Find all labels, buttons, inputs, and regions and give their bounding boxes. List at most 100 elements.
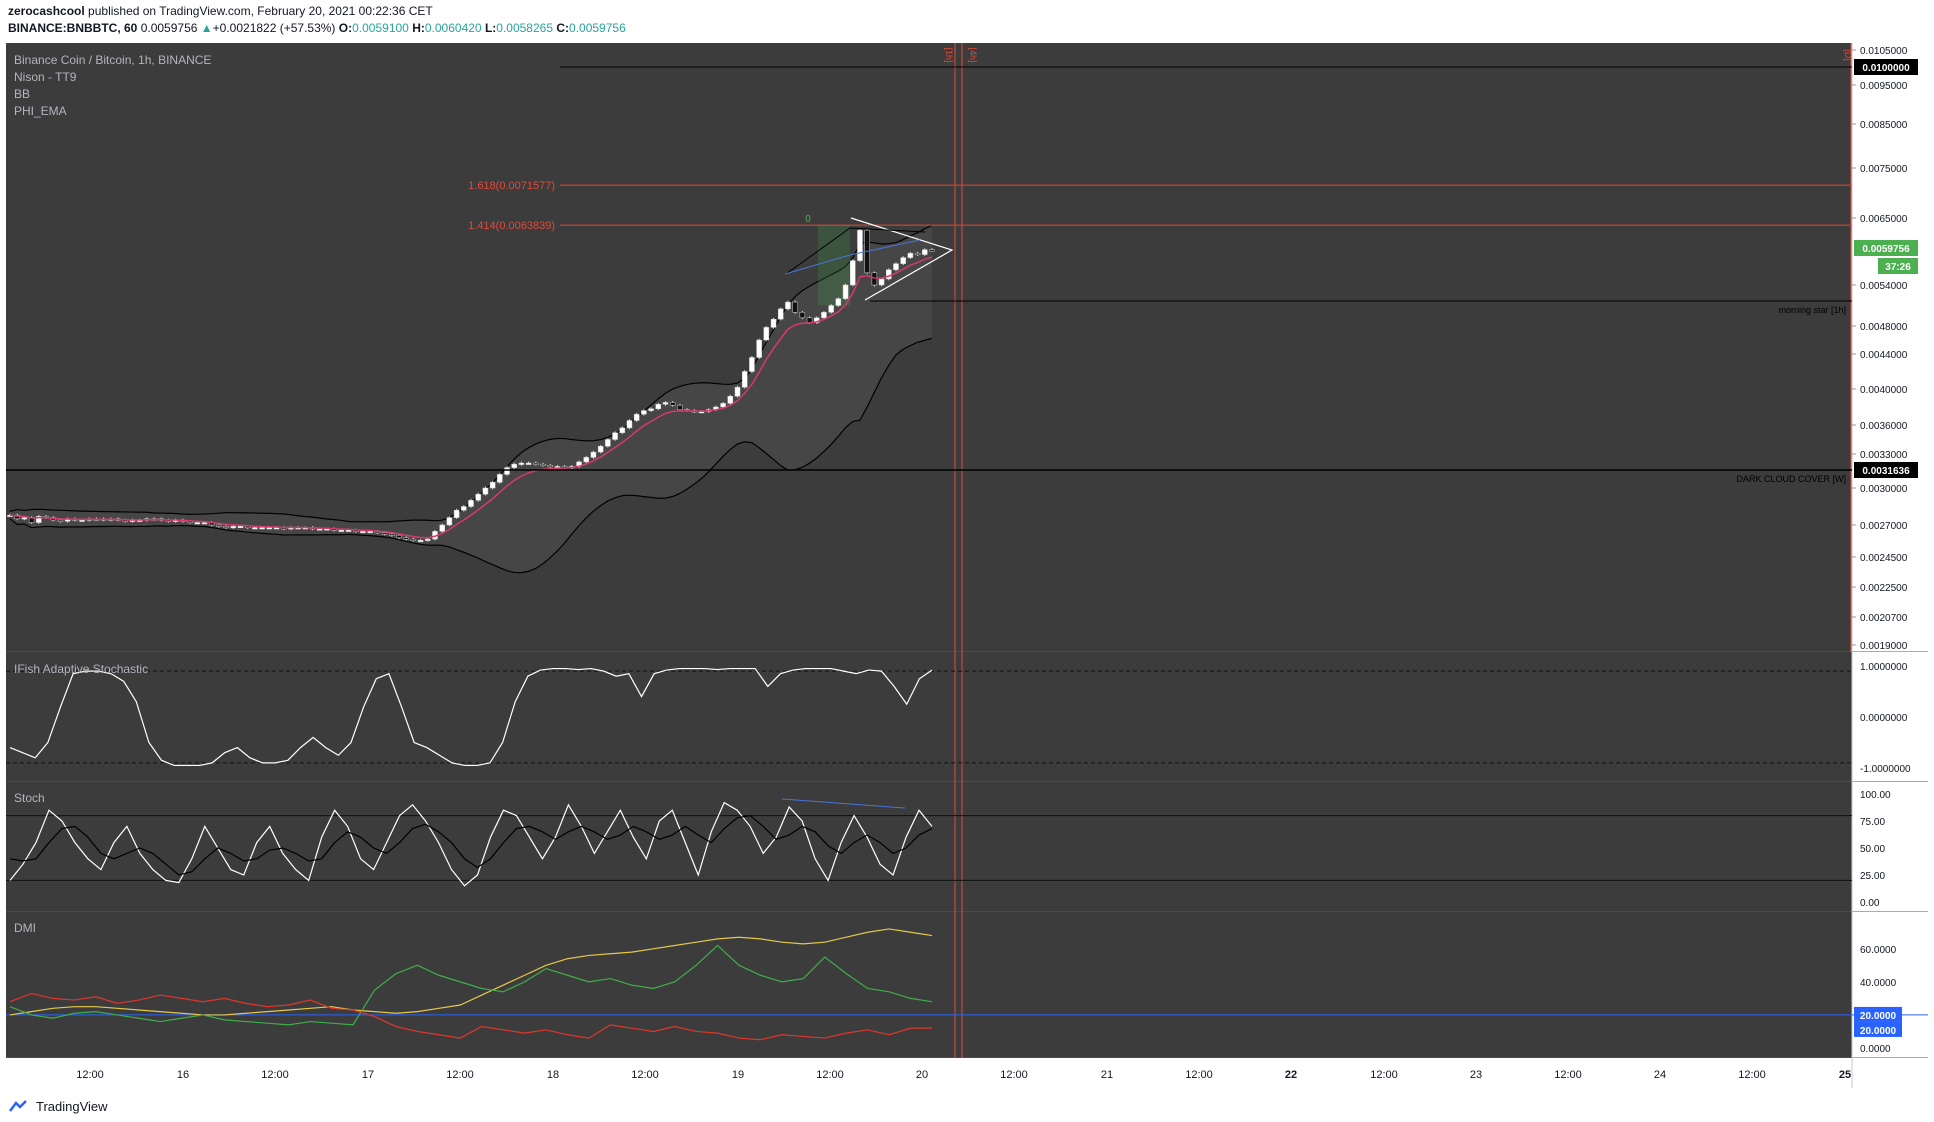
candle-body	[720, 403, 726, 408]
candle-body	[727, 395, 734, 404]
candle-body	[785, 301, 791, 310]
session-marker-label: [1h]	[944, 47, 954, 62]
candle-body	[194, 522, 201, 525]
candle-body	[338, 529, 345, 532]
pane-background	[6, 782, 1852, 912]
candle-body	[316, 528, 323, 531]
candle-body	[741, 371, 748, 388]
price-tick-label: 0.0019000	[1860, 641, 1908, 652]
candle-body	[216, 524, 222, 527]
ifish-title[interactable]: IFish Adaptive Stochastic	[14, 662, 148, 676]
fib-zero-label: 0	[805, 214, 811, 225]
stoch-tick-label: 25.00	[1860, 871, 1885, 882]
time-tick-label: 21	[1101, 1069, 1113, 1081]
stoch-tick-label: 75.00	[1860, 817, 1885, 828]
stoch-tick-label: 100.00	[1860, 790, 1891, 801]
price-tick-label: 0.0033000	[1860, 450, 1908, 461]
candle-body	[612, 432, 618, 440]
price-tick-label: 0.0027000	[1860, 521, 1908, 532]
dmi-level-badge: 20.0000	[1860, 1011, 1897, 1022]
time-tick-label: 12:00	[816, 1069, 844, 1081]
time-tick-label: 12:00	[1370, 1069, 1398, 1081]
candle-body	[734, 387, 741, 397]
price-tick-label: 0.0024500	[1860, 553, 1908, 564]
time-tick-label: 23	[1470, 1069, 1482, 1081]
dmi-level-badge-2: 20.0000	[1860, 1026, 1897, 1037]
candle-body	[806, 317, 813, 323]
level-top-badge: 0.0100000	[1862, 63, 1910, 74]
countdown-badge: 37:26	[1885, 262, 1911, 273]
candle-body	[201, 522, 208, 525]
candle-body	[770, 318, 777, 328]
price-tick-label: 0.0105000	[1860, 46, 1908, 57]
candle-body	[396, 534, 402, 539]
indicator-phi-ema[interactable]: PHI_EMA	[14, 104, 67, 118]
dark-cloud-annotation: DARK CLOUD COVER [W]	[1736, 474, 1846, 484]
time-tick-label: 16	[177, 1069, 189, 1081]
candle-body	[410, 538, 417, 541]
candle-body	[850, 260, 856, 286]
candle-body	[835, 298, 842, 306]
indicator-bb[interactable]: BB	[14, 87, 30, 101]
candle-body	[605, 439, 611, 447]
dmi-tick-label: 0.0000	[1860, 1044, 1891, 1055]
candle-body	[669, 402, 676, 406]
fib-level-label: 1.414(0.0063839)	[468, 220, 555, 232]
indicator-nison[interactable]: Nison - TT9	[14, 70, 76, 84]
candle-body	[57, 519, 64, 522]
candle-body	[914, 253, 921, 256]
dmi-tick-label: 60.0000	[1860, 945, 1897, 956]
candle-body	[403, 537, 409, 540]
candle-body	[518, 462, 525, 465]
price-tick-label: 0.0030000	[1860, 484, 1908, 495]
candle-body	[360, 531, 366, 534]
price-tick-label: 0.0022500	[1860, 583, 1908, 594]
ifish-tick-label: 0.0000000	[1860, 713, 1908, 724]
time-tick-label: 12:00	[1185, 1069, 1213, 1081]
candle-body	[540, 463, 546, 466]
ifish-tick-label: 1.0000000	[1860, 662, 1908, 673]
candle-body	[871, 272, 878, 286]
time-axis-background	[6, 1058, 1928, 1088]
stoch-tick-label: 0.00	[1860, 898, 1880, 909]
candle-body	[345, 529, 352, 532]
candle-body	[777, 308, 784, 320]
candle-body	[453, 509, 460, 518]
candle-body	[907, 253, 914, 258]
dmi-title[interactable]: DMI	[14, 921, 36, 935]
candle-body	[425, 538, 431, 541]
time-tick-label: 12:00	[1554, 1069, 1582, 1081]
candle-body	[389, 533, 395, 536]
current-price-badge: 0.0059756	[1862, 244, 1910, 255]
footer: TradingView	[8, 1096, 108, 1116]
pane-background	[6, 912, 1852, 1058]
candle-body	[842, 284, 849, 299]
time-tick-label: 12:00	[631, 1069, 659, 1081]
candle-body	[821, 312, 827, 319]
candle-body	[828, 305, 834, 313]
stoch-title[interactable]: Stoch	[14, 791, 45, 805]
candle-body	[583, 457, 589, 463]
candle-body	[878, 278, 885, 286]
pane-background	[6, 43, 1852, 652]
chart-legend-title: Binance Coin / Bitcoin, 1h, BINANCE	[14, 53, 212, 67]
session-marker-label: [D]	[1843, 49, 1853, 61]
candle-body	[468, 500, 474, 507]
candle-body	[626, 420, 633, 429]
support-badge: 0.0031636	[1862, 466, 1910, 477]
price-tick-label: 0.0044000	[1860, 350, 1908, 361]
candle-body	[259, 527, 265, 530]
candle-body	[223, 526, 229, 529]
brand-label[interactable]: TradingView	[36, 1099, 108, 1114]
time-tick-label: 20	[916, 1069, 928, 1081]
price-tick-label: 0.0075000	[1860, 164, 1908, 175]
candle-body	[21, 517, 28, 520]
price-tick-label: 0.0054000	[1860, 281, 1908, 292]
candle-body	[446, 517, 453, 526]
chart-canvas[interactable]: 12:00 16 12:00 17 12:00 18 12:00 19 12:00 20 12:00…	[0, 0, 1934, 1090]
candle-body	[633, 413, 640, 421]
candle-body	[417, 540, 424, 543]
price-tick-label: 0.0040000	[1860, 385, 1908, 396]
tradingview-logo-icon	[9, 1100, 27, 1112]
stoch-tick-label: 50.00	[1860, 844, 1885, 855]
